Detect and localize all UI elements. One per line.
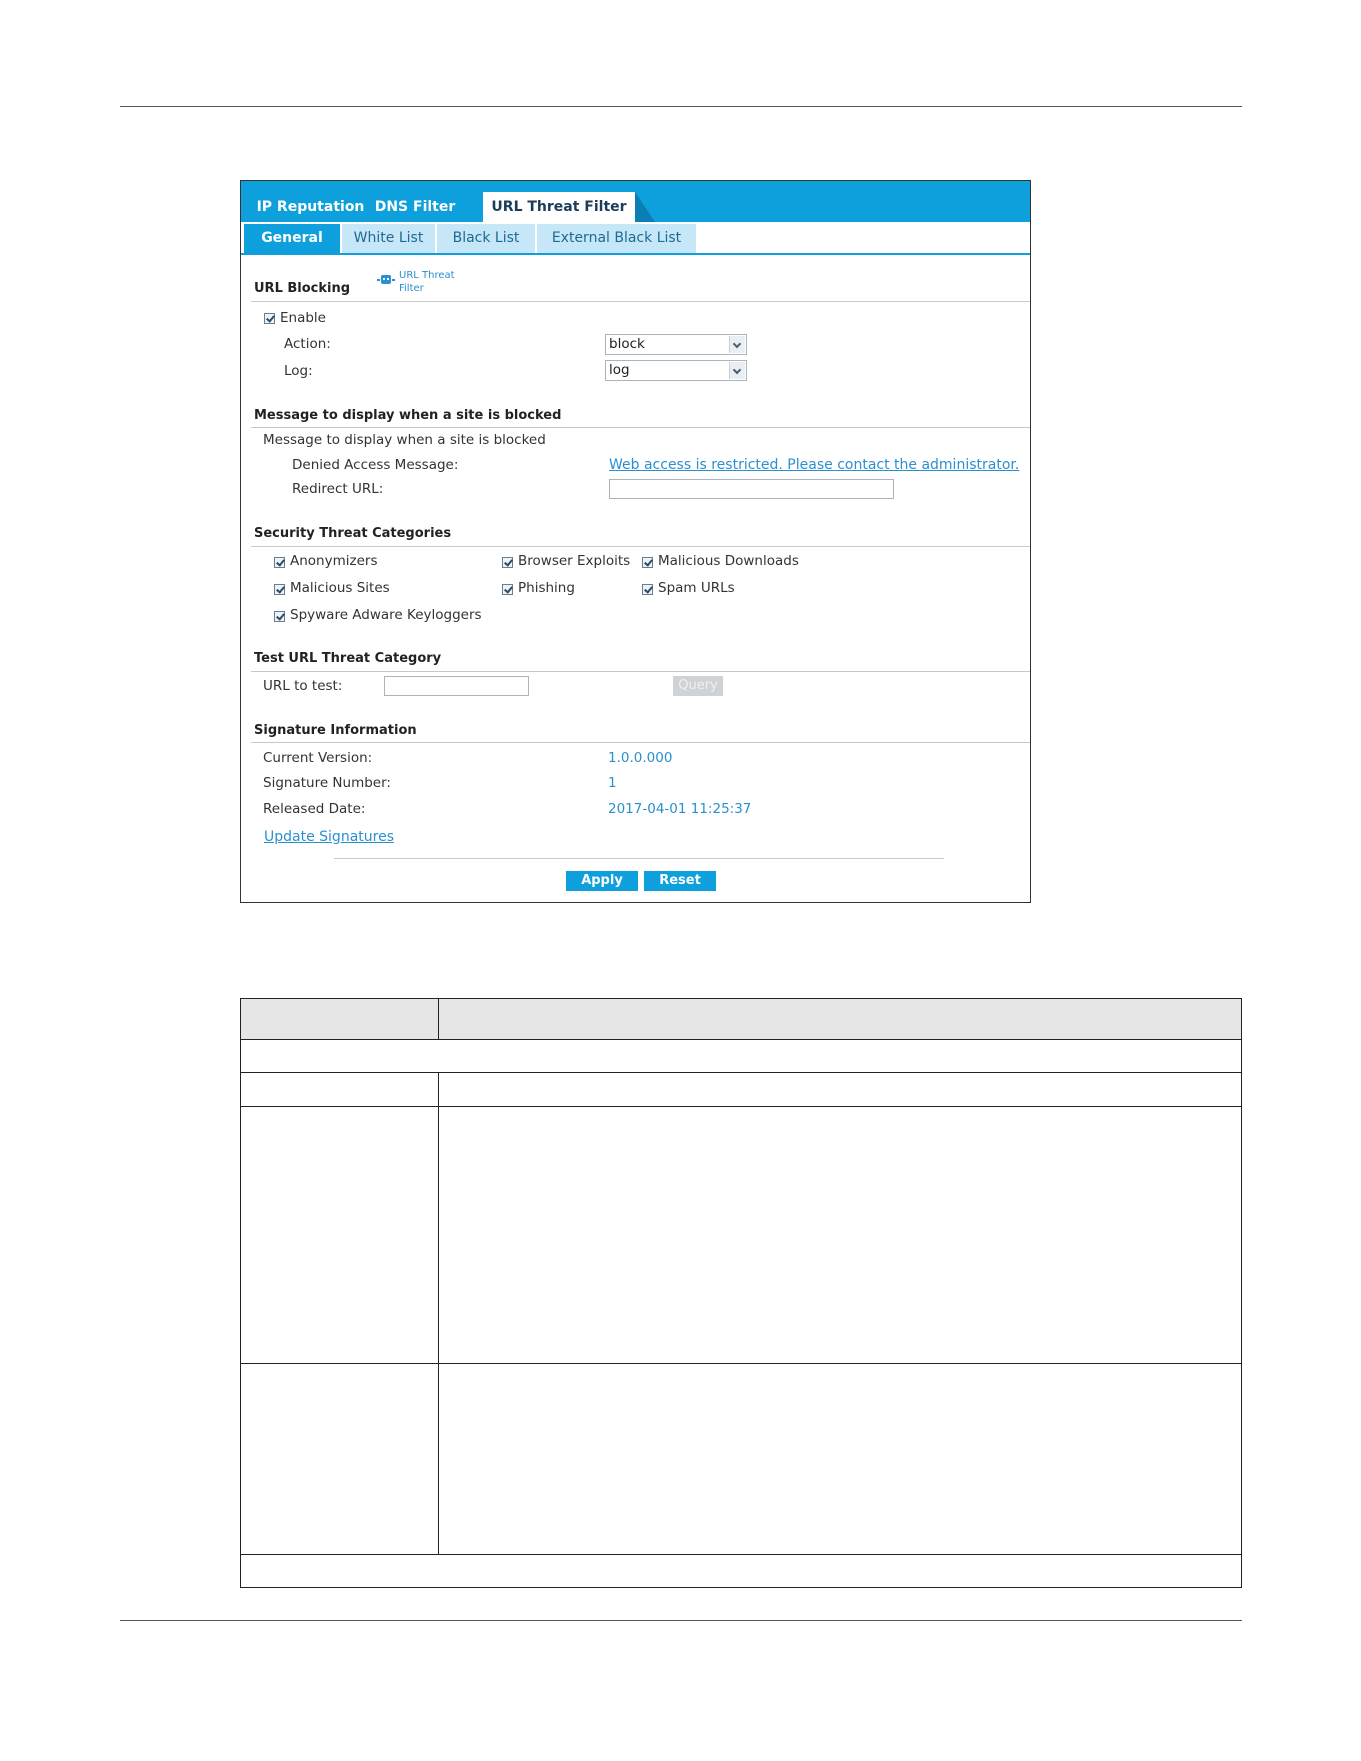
reset-button[interactable]: Reset	[644, 871, 716, 891]
action-select[interactable]: block	[605, 334, 747, 355]
action-select-value: block	[609, 336, 645, 352]
column-divider	[438, 1107, 439, 1364]
log-select[interactable]: log	[605, 360, 747, 381]
badge-line1: URL Threat	[399, 270, 455, 281]
section-divider	[251, 301, 1030, 302]
redirect-url-label: Redirect URL:	[292, 481, 384, 497]
message-section-title: Message to display when a site is blocke…	[254, 408, 562, 423]
category-label: Spyware Adware Keyloggers	[290, 607, 482, 623]
category-checkbox-anonymizers[interactable]	[274, 557, 285, 568]
action-label: Action:	[284, 336, 331, 352]
category-label: Malicious Sites	[290, 580, 390, 596]
footer-divider	[334, 858, 944, 859]
enable-label: Enable	[280, 310, 326, 326]
message-subtitle: Message to display when a site is blocke…	[263, 432, 546, 448]
section-divider	[251, 742, 1030, 743]
log-label: Log:	[284, 363, 313, 379]
categories-title: Security Threat Categories	[254, 526, 452, 541]
main-tab-bar: IP Reputation DNS Filter URL Threat Filt…	[241, 181, 1030, 222]
signature-number-label: Signature Number:	[263, 775, 391, 791]
column-divider	[438, 1073, 439, 1107]
subtab-external-black-list[interactable]: External Black List	[537, 224, 696, 253]
page-header-rule	[120, 106, 1242, 107]
apply-button[interactable]: Apply	[566, 871, 638, 891]
released-date-value: 2017-04-01 11:25:37	[608, 801, 752, 817]
field-description-table	[240, 998, 1242, 1588]
denied-access-message[interactable]: Web access is restricted. Please contact…	[609, 457, 1019, 473]
released-date-label: Released Date:	[263, 801, 366, 817]
signature-number-value: 1	[608, 775, 617, 791]
signature-title: Signature Information	[254, 723, 417, 738]
tab-dns-filter[interactable]: DNS Filter	[374, 192, 456, 222]
section-divider	[251, 427, 1030, 428]
category-label: Phishing	[518, 580, 575, 596]
category-checkbox-phishing[interactable]	[502, 584, 513, 595]
enable-checkbox[interactable]	[264, 313, 275, 324]
column-divider	[438, 999, 439, 1040]
chevron-down-icon	[729, 336, 745, 353]
subtab-general[interactable]: General	[244, 224, 340, 253]
robot-icon	[377, 275, 395, 284]
chevron-down-icon	[729, 362, 745, 379]
tab-url-threat-filter[interactable]: URL Threat Filter	[483, 192, 635, 222]
subtab-black-list[interactable]: Black List	[437, 224, 535, 253]
current-version-value: 1.0.0.000	[608, 750, 673, 766]
tab-corner-decoration	[635, 192, 655, 222]
sub-tab-bar: General White List Black List External B…	[241, 222, 1030, 255]
test-url-title: Test URL Threat Category	[254, 651, 442, 666]
category-label: Spam URLs	[658, 580, 735, 596]
table-row	[241, 1107, 1241, 1364]
url-threat-filter-panel: IP Reputation DNS Filter URL Threat Filt…	[240, 180, 1031, 903]
category-checkbox-malicious-downloads[interactable]	[642, 557, 653, 568]
category-label: Browser Exploits	[518, 553, 631, 569]
category-label: Malicious Downloads	[658, 553, 799, 569]
log-select-value: log	[609, 362, 630, 378]
category-checkbox-spam-urls[interactable]	[642, 584, 653, 595]
category-checkbox-spyware[interactable]	[274, 611, 285, 622]
category-label: Anonymizers	[290, 553, 378, 569]
url-blocking-title: URL Blocking	[254, 281, 351, 296]
table-row	[241, 1040, 1241, 1073]
page-footer-rule	[120, 1620, 1242, 1621]
denied-access-label: Denied Access Message:	[292, 457, 459, 473]
subtab-white-list[interactable]: White List	[342, 224, 435, 253]
tab-ip-reputation[interactable]: IP Reputation	[253, 192, 368, 222]
table-row	[241, 1364, 1241, 1555]
redirect-url-input[interactable]	[609, 479, 894, 499]
url-to-test-label: URL to test:	[263, 678, 343, 694]
column-divider	[438, 1364, 439, 1555]
category-checkbox-browser-exploits[interactable]	[502, 557, 513, 568]
badge-line2: Filter	[399, 283, 424, 294]
section-divider	[251, 546, 1030, 547]
table-row	[241, 1073, 1241, 1107]
update-signatures-link[interactable]: Update Signatures	[264, 829, 394, 845]
category-checkbox-malicious-sites[interactable]	[274, 584, 285, 595]
url-to-test-input[interactable]	[384, 676, 529, 696]
query-button[interactable]: Query	[673, 676, 723, 696]
section-divider	[251, 671, 1030, 672]
current-version-label: Current Version:	[263, 750, 373, 766]
table-header-row	[241, 999, 1241, 1040]
